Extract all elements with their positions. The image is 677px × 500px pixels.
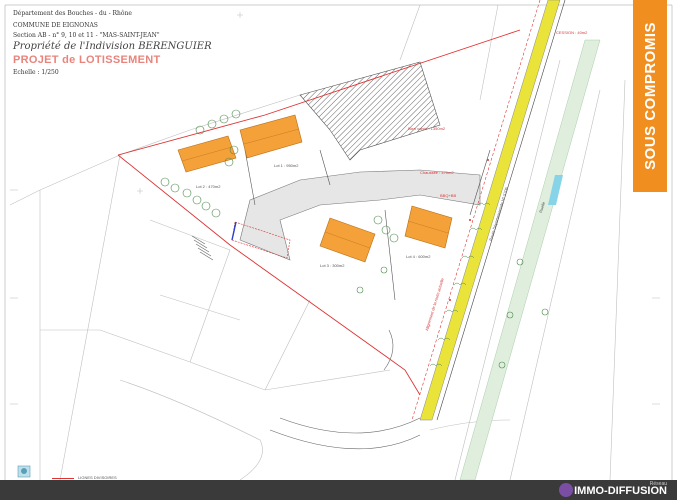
existing-building [299,61,441,161]
header-department: Département des Bouches - du - Rhône [13,10,132,17]
header-section: Section AB - n° 9, 10 et 11 - "MAS-SAINT… [13,32,160,39]
stamp-icon [17,465,31,478]
footer-bar: Réseau IMMO-DIFFUSION [0,480,677,500]
status-banner-text: SOUS COMPROMIS [641,22,659,170]
chaussee-label: Chaussée : 470m2 [420,170,454,175]
lower-road [269,329,421,450]
house-lot-3 [319,217,376,263]
house-lot-4 [404,205,453,249]
bbq-label: BBQ+BB [440,193,457,198]
logo-icon [559,483,573,497]
lot-2-label: Lot 2 : 470m2 [196,184,221,189]
lot-4-label: Lot 4 : 600m2 [406,254,431,259]
header-propriete: Propriété de l'Indivision BERENGUIER [13,41,212,52]
status-banner: SOUS COMPROMIS [633,0,667,192]
lot-3-label: Lot 3 : 300m2 [320,263,345,268]
house-lot-2 [177,135,237,173]
cession-label: CESSION : 40m2 [556,30,588,35]
header-projet: PROJET de LOTISSEMENT [13,54,161,66]
lot-1-label: Lot 1 : 950m2 [274,163,299,168]
site-plan [4,0,673,481]
legend-line [52,478,74,479]
footer-brand: IMMO-DIFFUSION [574,485,667,497]
house-lot-1 [239,114,303,159]
bien-voisin-label: Bien voisin : 1350m2 [408,126,446,131]
header-commune: COMMUNE DE EIGNONAS [13,22,98,29]
grid-crosses [10,12,660,405]
header-echelle: Echelle : 1/250 [13,69,59,76]
alignment-line [411,0,541,421]
